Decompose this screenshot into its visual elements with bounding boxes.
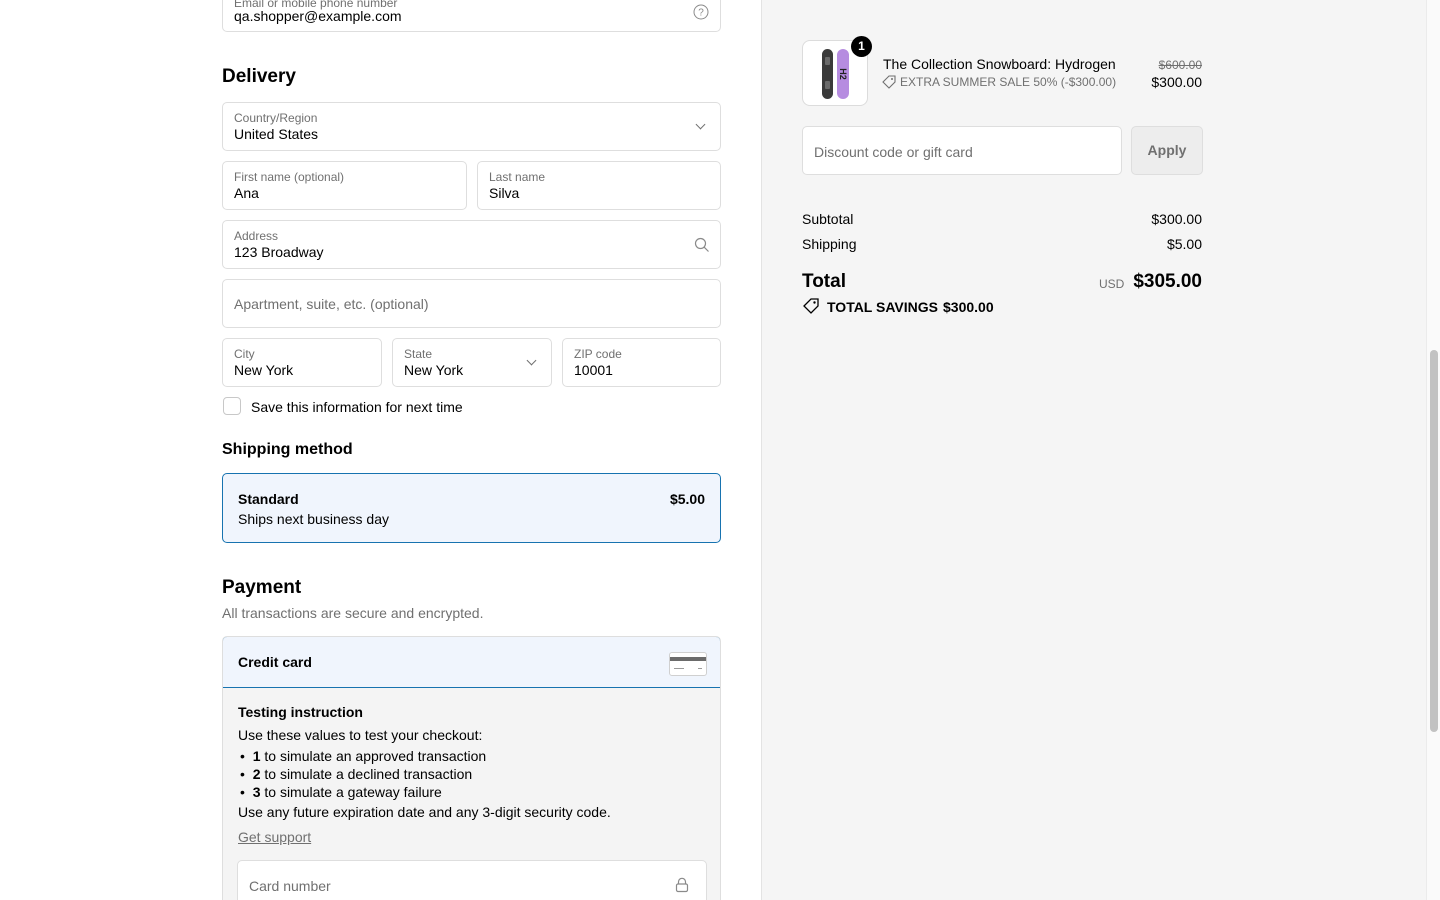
- shipping-option-standard[interactable]: Standard Ships next business day $5.00: [222, 473, 721, 543]
- discount-text: EXTRA SUMMER SALE 50% (-$300.00): [900, 75, 1117, 89]
- subtotal-value: $300.00: [1151, 211, 1202, 227]
- shipping-method-heading: Shipping method: [222, 441, 353, 458]
- zip-field[interactable]: ZIP code 10001: [562, 338, 721, 387]
- shipping-option-name: Standard: [238, 491, 299, 507]
- list-item: • 3 to simulate a gateway failure: [240, 784, 442, 800]
- shipping-value: $5.00: [1166, 236, 1202, 252]
- apartment-field[interactable]: Apartment, suite, etc. (optional): [222, 279, 721, 328]
- city-value: New York: [234, 362, 294, 378]
- quantity-badge: 1: [851, 36, 872, 57]
- product-price: $300.00: [1151, 74, 1202, 90]
- discount-code-placeholder: Discount code or gift card: [814, 144, 973, 160]
- product-name: The Collection Snowboard: Hydrogen: [883, 56, 1116, 72]
- total-savings-label: TOTAL SAVINGS: [827, 299, 938, 315]
- snowboard-image: H2: [822, 49, 849, 99]
- tag-icon: [882, 75, 896, 89]
- apartment-placeholder: Apartment, suite, etc. (optional): [234, 296, 429, 312]
- shipping-label: Shipping: [802, 236, 857, 252]
- lock-icon: [675, 877, 689, 893]
- list-item: • 2 to simulate a declined transaction: [240, 766, 473, 782]
- scrollbar-thumb[interactable]: [1430, 350, 1438, 732]
- last-name-value: Silva: [489, 185, 520, 201]
- total-savings-value: $300.00: [943, 299, 994, 315]
- country-select[interactable]: Country/Region United States: [222, 102, 721, 151]
- zip-value: 10001: [574, 362, 613, 378]
- city-label: City: [234, 347, 255, 361]
- search-icon: [694, 237, 709, 252]
- help-icon[interactable]: ?: [693, 4, 709, 20]
- country-value: United States: [234, 126, 319, 142]
- save-info-checkbox[interactable]: [223, 397, 241, 415]
- chevron-down-icon: [526, 355, 537, 366]
- testing-instruction-intro: Use these values to test your checkout:: [238, 727, 483, 743]
- testing-instruction-title: Testing instruction: [238, 704, 363, 720]
- last-name-field[interactable]: Last name Silva: [477, 161, 721, 210]
- apply-button[interactable]: Apply: [1131, 126, 1203, 175]
- email-field[interactable]: Email or mobile phone number qa.shopper@…: [222, 0, 721, 32]
- get-support-link[interactable]: Get support: [238, 829, 311, 845]
- state-select[interactable]: State New York: [392, 338, 552, 387]
- address-value: 123 Broadway: [234, 244, 324, 260]
- checkout-form-column: Email or mobile phone number qa.shopper@…: [0, 0, 761, 900]
- address-field[interactable]: Address 123 Broadway: [222, 220, 721, 269]
- save-info-label[interactable]: Save this information for next time: [251, 399, 463, 415]
- email-field-value: qa.shopper@example.com: [234, 8, 402, 24]
- scrollbar[interactable]: [1426, 0, 1440, 900]
- card-number-placeholder: Card number: [249, 878, 331, 894]
- currency-code: USD: [1099, 277, 1125, 291]
- tag-icon: [803, 298, 819, 314]
- credit-card-label: Credit card: [238, 654, 312, 670]
- first-name-value: Ana: [234, 185, 259, 201]
- payment-method-box: Credit card Testing instruction Use thes…: [222, 636, 721, 900]
- chevron-down-icon: [695, 119, 706, 130]
- address-label: Address: [234, 229, 279, 243]
- first-name-label: First name (optional): [234, 170, 345, 184]
- credit-card-option[interactable]: Credit card: [223, 637, 720, 688]
- last-name-label: Last name: [489, 170, 546, 184]
- total-value: $305.00: [1133, 271, 1202, 292]
- card-number-field[interactable]: Card number: [237, 860, 707, 900]
- shipping-option-price: $5.00: [669, 491, 705, 507]
- first-name-field[interactable]: First name (optional) Ana: [222, 161, 467, 210]
- svg-text:?: ?: [698, 8, 704, 19]
- delivery-heading: Delivery: [222, 66, 296, 87]
- payment-subtitle: All transactions are secure and encrypte…: [222, 605, 484, 621]
- svg-text:H2: H2: [838, 68, 848, 80]
- payment-heading: Payment: [222, 577, 302, 598]
- credit-card-icon: [669, 652, 707, 676]
- testing-instruction-footer: Use any future expiration date and any 3…: [238, 804, 611, 820]
- country-label: Country/Region: [234, 111, 318, 125]
- discount-code-input[interactable]: Discount code or gift card: [802, 126, 1122, 175]
- total-label: Total: [802, 271, 846, 292]
- original-price: $600.00: [1158, 58, 1202, 72]
- list-item: • 1 to simulate an approved transaction: [240, 748, 487, 764]
- city-field[interactable]: City New York: [222, 338, 382, 387]
- shipping-option-desc: Ships next business day: [238, 511, 389, 527]
- state-value: New York: [404, 362, 464, 378]
- zip-label: ZIP code: [574, 347, 622, 361]
- subtotal-label: Subtotal: [802, 211, 854, 227]
- state-label: State: [404, 347, 433, 361]
- apply-button-label: Apply: [1147, 142, 1187, 158]
